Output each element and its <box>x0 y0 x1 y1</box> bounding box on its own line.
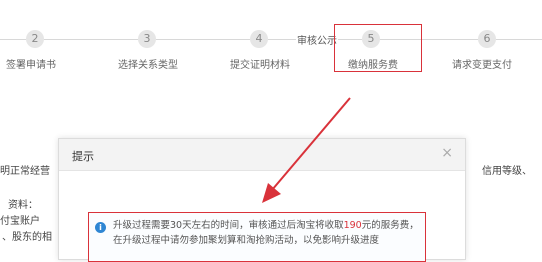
arrow-shaft <box>271 97 351 191</box>
annotation-arrow <box>262 97 351 203</box>
arrow-head <box>262 183 281 203</box>
